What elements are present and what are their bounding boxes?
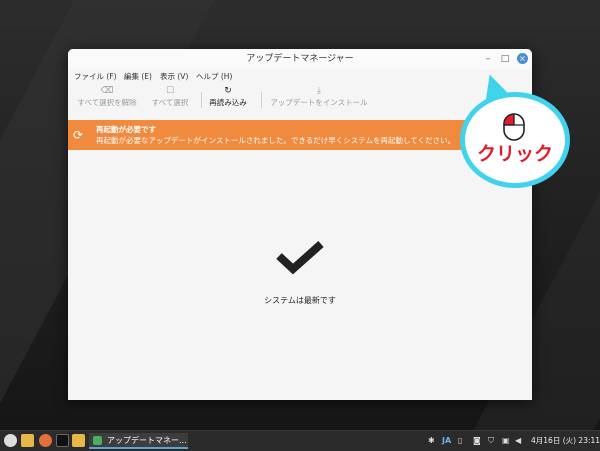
install-updates-button[interactable]: ⤓ アップデートをインストール bbox=[268, 85, 370, 108]
banner-title: 再起動が必要です bbox=[96, 125, 156, 134]
update-manager-window: アップデートマネージャー – □ × ファイル (F) 編集 (E) 表示 (V… bbox=[68, 49, 532, 400]
status-message: システムは最新です bbox=[264, 296, 336, 305]
update-tray-icon[interactable]: ◙ bbox=[473, 435, 481, 447]
clipboard-icon[interactable]: ▯ bbox=[458, 435, 462, 447]
mouse-icon bbox=[503, 113, 525, 141]
window-title: アップデートマネージャー bbox=[246, 54, 354, 64]
banner-message: 再起動が必要なアップデートがインストールされました。できるだけ早くシステムを再起… bbox=[96, 136, 456, 145]
refresh-label: 再読み込み bbox=[209, 98, 247, 107]
volume-icon[interactable]: ◀ bbox=[515, 435, 521, 447]
files-icon[interactable] bbox=[21, 434, 34, 447]
clear-selection-button[interactable]: ⌫ すべて選択を解除 bbox=[75, 85, 139, 108]
input-method-indicator[interactable]: JA bbox=[442, 435, 451, 447]
toolbar-separator bbox=[261, 92, 262, 108]
close-button[interactable]: × bbox=[517, 53, 528, 64]
clear-selection-label: すべて選択を解除 bbox=[77, 98, 137, 107]
toolbar: ⌫ すべて選択を解除 ☐ すべて選択 ↻ 再読み込み ⤓ アップデートをインスト… bbox=[68, 84, 532, 114]
shield-tray-icon[interactable]: ⛉ bbox=[488, 435, 494, 447]
folder-icon[interactable] bbox=[72, 434, 85, 447]
title-bar[interactable]: アップデートマネージャー – □ × bbox=[68, 49, 532, 69]
maximize-button[interactable]: □ bbox=[499, 53, 511, 65]
taskbar: アップデートマネー... ✱ JA ▯ ◙ ⛉ ▣ ◀ 4月16日 (火) 23… bbox=[0, 430, 600, 451]
bluetooth-icon[interactable]: ✱ bbox=[428, 435, 435, 447]
menu-edit[interactable]: 編集 (E) bbox=[124, 71, 152, 82]
download-icon: ⤓ bbox=[317, 86, 321, 96]
clear-selection-icon: ⌫ bbox=[100, 86, 114, 96]
taskbar-task-label: アップデートマネー... bbox=[107, 436, 187, 445]
checkmark-icon bbox=[276, 241, 324, 275]
clock[interactable]: 4月16日 (火) 23:11 bbox=[531, 436, 600, 446]
firefox-icon[interactable] bbox=[39, 434, 52, 447]
select-all-icon: ☐ bbox=[165, 86, 175, 96]
minimize-button[interactable]: – bbox=[482, 53, 494, 65]
select-all-label: すべて選択 bbox=[151, 98, 189, 107]
menu-view[interactable]: 表示 (V) bbox=[160, 71, 188, 82]
click-label: クリック bbox=[476, 143, 553, 165]
select-all-button[interactable]: ☐ すべて選択 bbox=[149, 85, 191, 108]
taskbar-update-manager[interactable]: アップデートマネー... bbox=[89, 433, 188, 449]
menu-bar: ファイル (F) 編集 (E) 表示 (V) ヘルプ (H) bbox=[68, 69, 532, 84]
refresh-button[interactable]: ↻ 再読み込み bbox=[208, 85, 248, 108]
install-updates-label: アップデートをインストール bbox=[270, 98, 368, 107]
shield-icon bbox=[93, 436, 102, 445]
reboot-icon: ⟳ bbox=[73, 128, 84, 142]
toolbar-separator bbox=[201, 92, 202, 108]
network-icon[interactable]: ▣ bbox=[502, 435, 510, 447]
menu-file[interactable]: ファイル (F) bbox=[74, 71, 117, 82]
terminal-icon[interactable] bbox=[56, 434, 69, 447]
menu-help[interactable]: ヘルプ (H) bbox=[196, 71, 232, 82]
start-menu-icon[interactable] bbox=[4, 434, 17, 447]
refresh-icon: ↻ bbox=[224, 86, 232, 96]
